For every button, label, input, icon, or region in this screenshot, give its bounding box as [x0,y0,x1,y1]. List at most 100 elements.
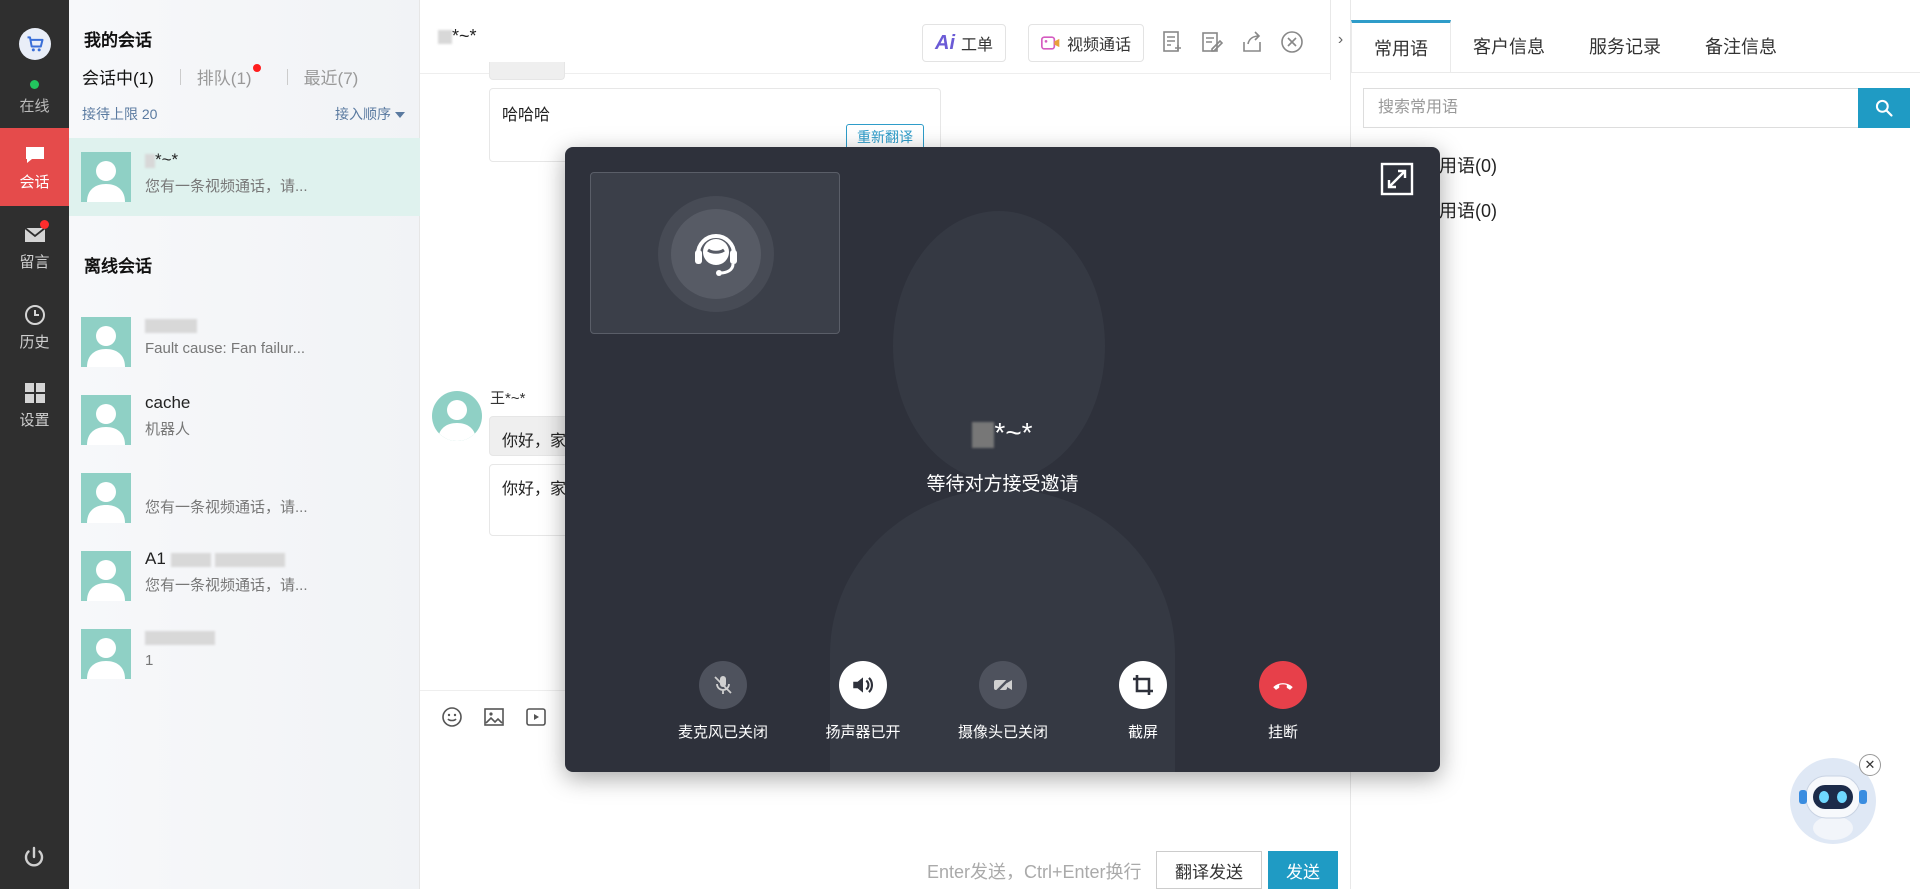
close-circle-icon[interactable] [1280,30,1304,54]
ai-ticket-label: 工单 [961,37,994,54]
tab-quick-phrases[interactable]: 常用语 [1351,20,1451,72]
collapse-right-panel-button[interactable]: › [1330,0,1350,80]
video-camera-icon [1041,36,1060,50]
mic-off-icon [699,661,747,709]
conversation-item[interactable]: 您有一条视频通话，请... [69,459,420,537]
nav-settings-label: 设置 [19,411,50,429]
call-status: 等待对方接受邀请 [926,474,1079,495]
chevron-right-icon: › [1337,31,1344,48]
queue-badge [252,64,261,72]
conversation-item[interactable]: 1 [69,615,420,693]
conversation-item[interactable]: cache 机器人 [69,381,420,459]
callee-name: *~* [565,417,1440,449]
close-icon: ✕ [1864,757,1876,772]
add-note-icon[interactable] [1160,30,1184,54]
right-panel-tabs: 常用语 客户信息 服务记录 备注信息 [1351,20,1799,72]
cart-logo-icon[interactable] [19,28,51,60]
grid-icon [24,382,45,403]
camera-toggle-label: 摄像头已关闭 [957,724,1048,741]
conversation-item[interactable]: A1 您有一条视频通话，请... [69,537,420,615]
send-button[interactable]: 发送 [1268,851,1338,889]
composer-toolbar [440,705,548,729]
hangup-label: 挂断 [1267,724,1298,741]
nav-messages[interactable]: 留言 [0,208,69,286]
camera-toggle[interactable]: 摄像头已关闭 [933,661,1073,742]
conversation-snippet: 您有一条视频通话，请... [145,178,308,195]
message-bubble-partial [489,62,565,80]
nav-history[interactable]: 历史 [0,288,69,366]
my-conversations-title: 我的会话 [84,31,152,50]
power-icon[interactable] [22,845,46,869]
sender-name: 王*~* [490,390,526,407]
avatar [81,152,131,202]
mic-toggle[interactable]: 麦克风已关闭 [653,661,793,742]
close-robot-button[interactable]: ✕ [1859,754,1881,776]
conversation-snippet: 您有一条视频通话，请... [145,577,308,594]
tab-queue-label: 排队(1) [196,69,252,88]
hangup-button[interactable]: 挂断 [1213,661,1353,742]
crop-icon [1119,661,1167,709]
screenshot-button[interactable]: 截屏 [1073,661,1213,742]
tab-in-session[interactable]: 会话中(1) [82,64,164,89]
conversation-snippet: 1 [145,652,154,669]
conversation-item[interactable]: Fault cause: Fan failur... [69,303,420,381]
caret-down-icon [395,112,405,119]
tab-notes[interactable]: 备注信息 [1683,20,1799,72]
nav-chat[interactable]: 会话 [0,128,69,206]
chat-icon [25,146,44,163]
avatar [81,317,131,367]
send-shortcut-hint: Enter发送，Ctrl+Enter换行 [927,862,1142,882]
online-status-label[interactable]: 在线 [0,95,69,116]
agent-headset-icon [671,209,761,299]
speaker-toggle-label: 扬声器已开 [825,724,901,741]
screenshot-label: 截屏 [1127,724,1158,741]
conversation-name: *~* [145,150,178,170]
quick-phrase-search-input[interactable]: 搜索常用语 [1363,88,1869,128]
session-limit: 接待上限 20 [82,106,158,122]
avatar [81,551,131,601]
hangup-icon [1259,661,1307,709]
tab-service-records[interactable]: 服务记录 [1567,20,1683,72]
nav-chat-label: 会话 [19,173,50,191]
sender-avatar [432,391,482,441]
video-call-label: 视频通话 [1067,37,1132,54]
conversation-name [145,315,197,335]
search-button[interactable] [1858,88,1910,128]
avatar [81,629,131,679]
sort-order-label: 接入顺序 [335,106,391,122]
video-file-icon[interactable] [524,705,548,729]
messages-badge [40,220,49,229]
sort-order-dropdown[interactable]: 接入顺序 [335,104,405,124]
expand-icon[interactable] [1380,162,1414,196]
translate-send-button[interactable]: 翻译发送 [1156,851,1262,889]
offline-conversations-title: 离线会话 [84,257,152,276]
chat-title: *~* [438,26,477,47]
speaker-icon [839,661,887,709]
tab-customer-info[interactable]: 客户信息 [1451,20,1567,72]
camera-off-icon [979,661,1027,709]
speaker-toggle[interactable]: 扬声器已开 [793,661,933,742]
conversation-item-active[interactable]: *~* 您有一条视频通话，请... [69,138,420,216]
message-text: 哈哈哈 [502,107,551,124]
conversation-snippet: Fault cause: Fan failur... [145,340,306,357]
tab-recent[interactable]: 最近(7) [304,64,369,89]
search-icon [1875,99,1893,117]
video-call-button[interactable]: 视频通话 [1028,24,1145,62]
message-text: 你好，家 [502,481,567,498]
nav-settings[interactable]: 设置 [0,366,69,444]
edit-icon[interactable] [1200,30,1224,54]
conversation-name: cache [145,393,191,412]
emoji-icon[interactable] [440,705,464,729]
share-icon[interactable] [1240,30,1264,54]
tab-queue[interactable]: 排队(1) [197,64,271,89]
avatar [81,473,131,523]
clock-icon [24,304,45,325]
nav-history-label: 历史 [19,333,50,351]
local-preview[interactable] [590,172,840,334]
conversation-name [145,627,215,647]
left-rail: 在线 会话 留言 历史 设置 [0,0,69,889]
conversation-snippet: 您有一条视频通话，请... [145,499,308,516]
image-icon[interactable] [482,705,506,729]
ai-ticket-button[interactable]: Ai 工单 [922,24,1007,62]
conversation-panel: 我的会话 会话中(1) 排队(1) 最近(7) 接待上限 20 接入顺序 *~*… [69,0,420,889]
